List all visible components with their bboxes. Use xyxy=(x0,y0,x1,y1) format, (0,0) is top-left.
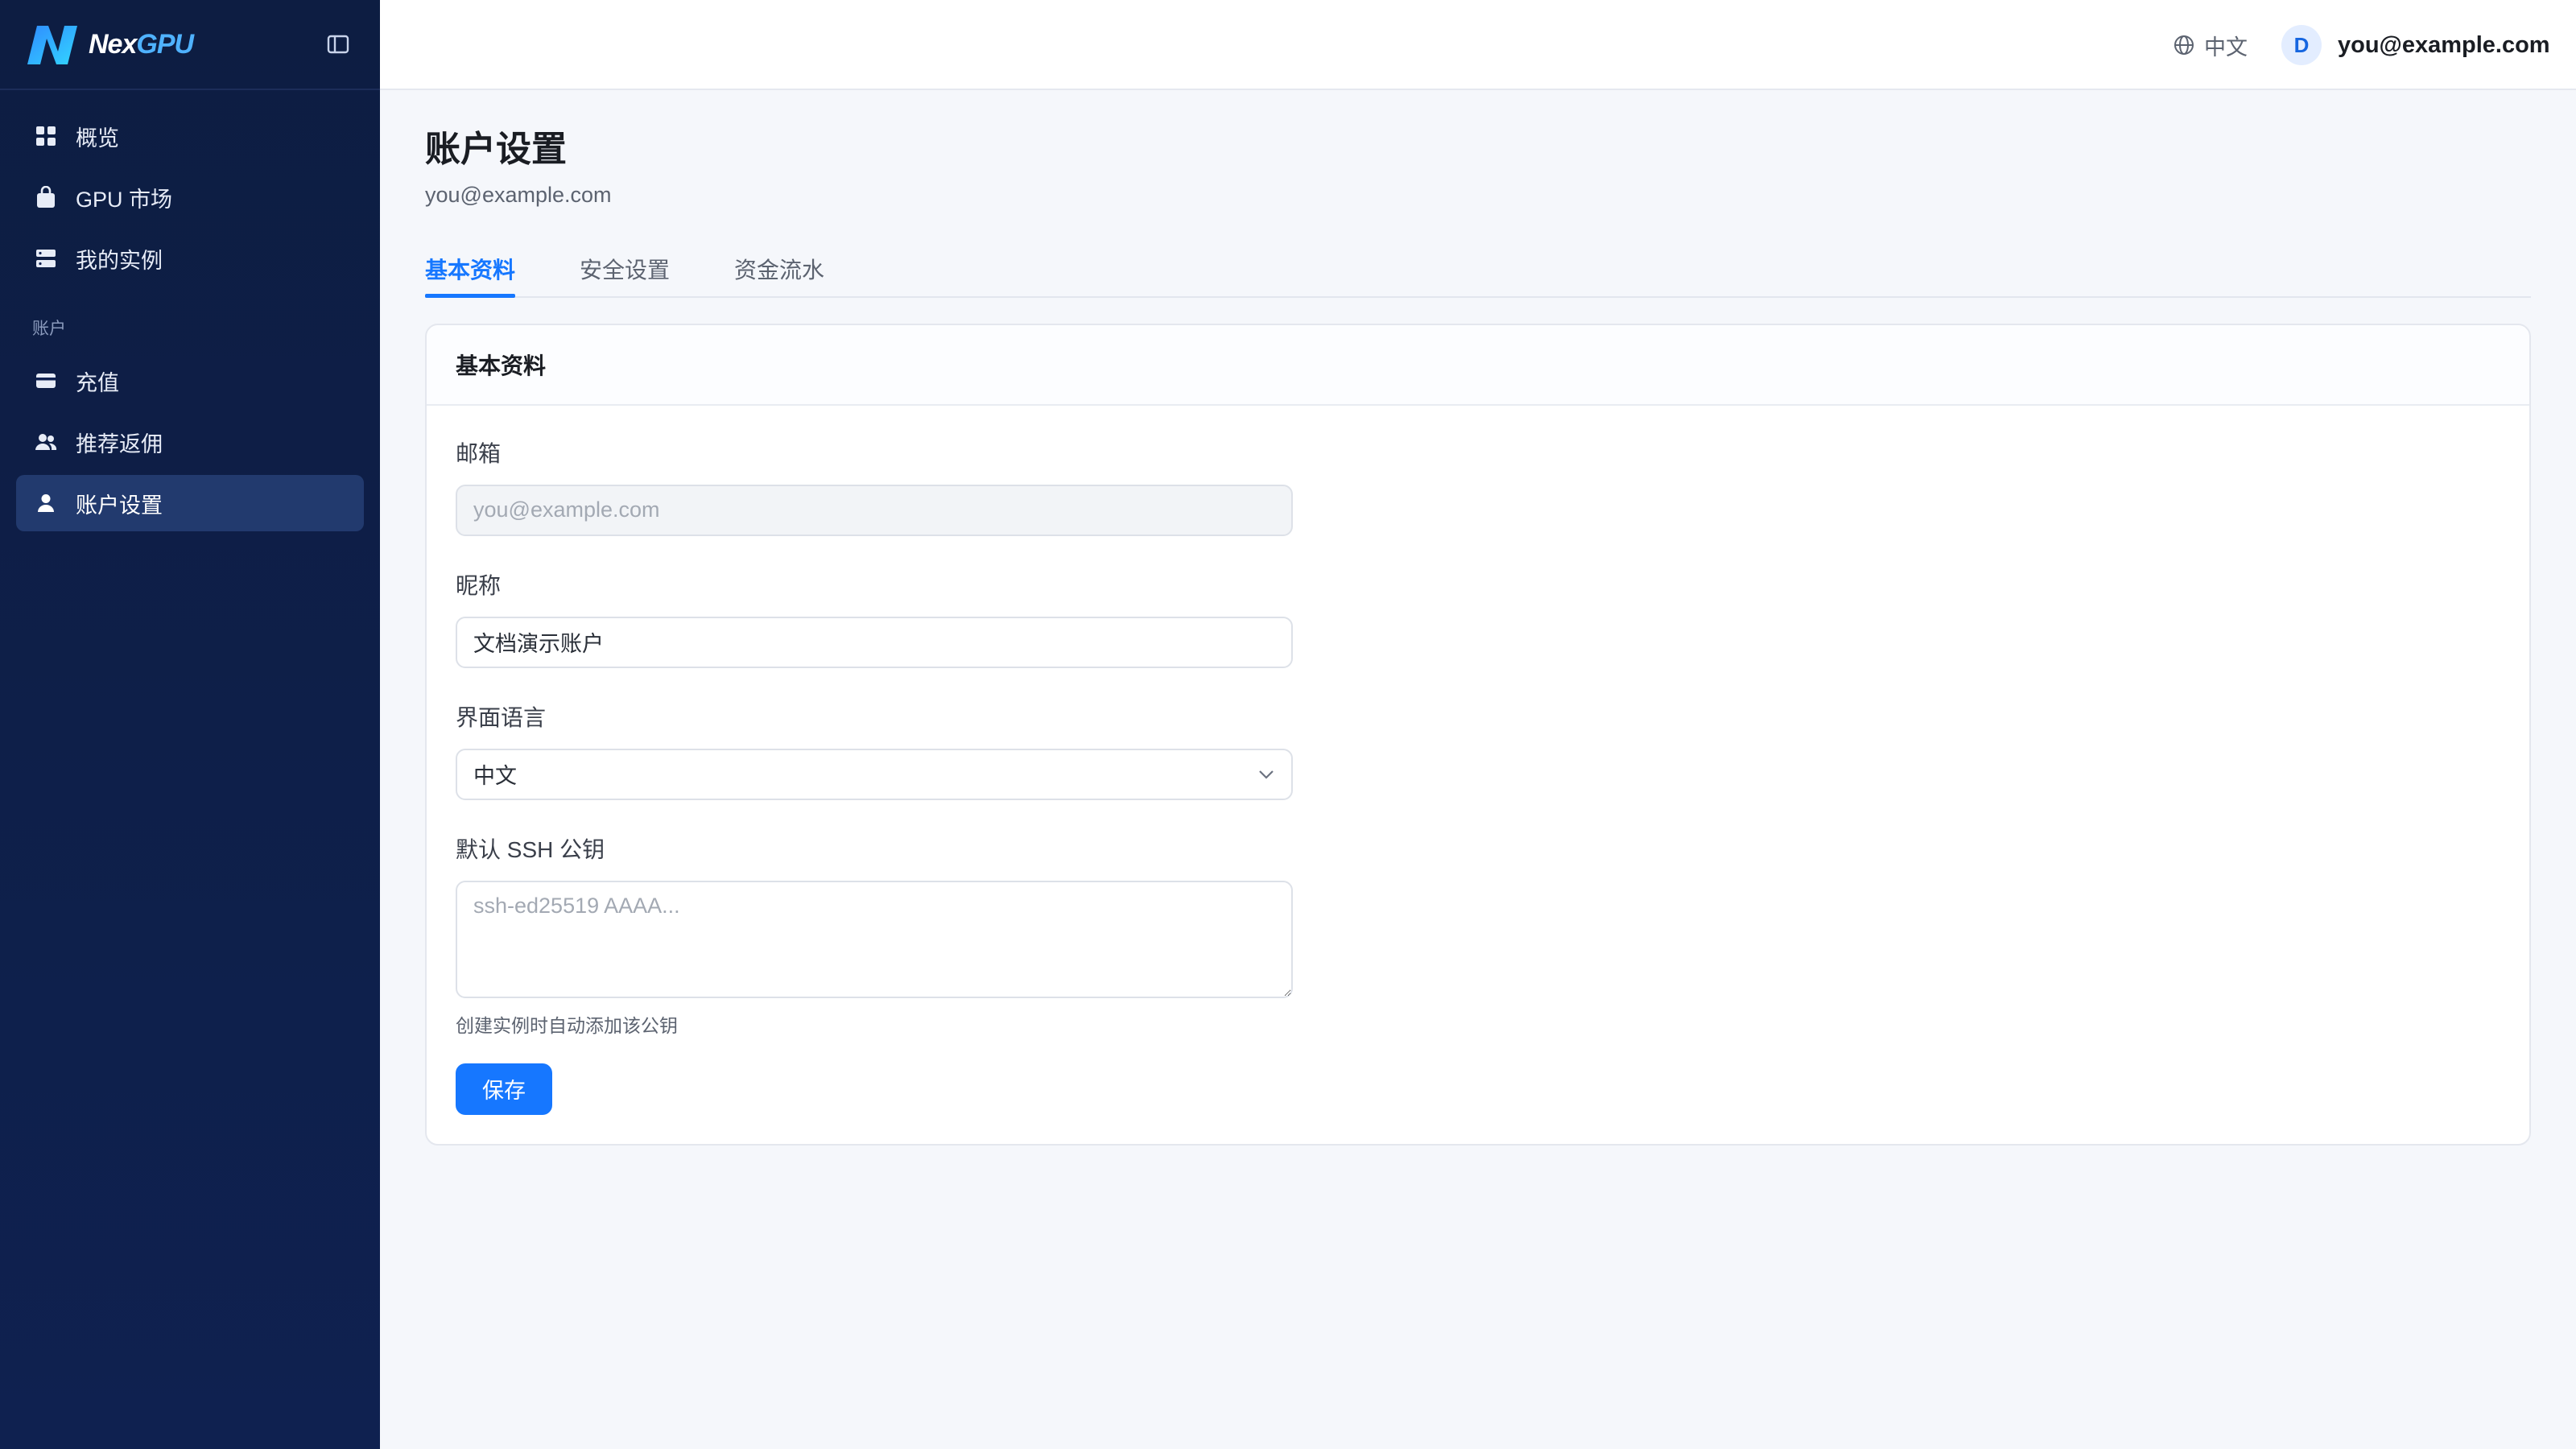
user-icon xyxy=(34,491,58,515)
sidebar-toggle-icon[interactable] xyxy=(322,28,354,60)
sidebar-item-overview[interactable]: 概览 xyxy=(16,108,364,164)
language-select-value: 中文 xyxy=(473,764,517,789)
card-title: 基本资料 xyxy=(427,324,2529,406)
logo-text: NexGPU xyxy=(89,28,194,60)
chevron-down-icon xyxy=(1259,770,1274,779)
sidebar-item-label: 我的实例 xyxy=(76,248,163,273)
sidebar-nav: 概览 GPU 市场 我的实例 账户 充值 推荐返佣 账户设置 xyxy=(0,90,380,531)
save-button[interactable]: 保存 xyxy=(456,1063,552,1115)
card-icon xyxy=(34,369,58,393)
nickname-input[interactable] xyxy=(456,616,1293,668)
language-label: 中文 xyxy=(2204,35,2248,60)
users-icon xyxy=(34,430,58,454)
tab-security[interactable]: 安全设置 xyxy=(580,243,670,296)
sidebar-item-gpu-market[interactable]: GPU 市场 xyxy=(16,169,364,225)
nickname-field-group: 昵称 xyxy=(456,568,2500,668)
top-bar: 中文 D you@example.com xyxy=(380,0,2576,90)
page-title: 账户设置 xyxy=(425,130,567,169)
sidebar-item-label: 账户设置 xyxy=(76,493,163,518)
email-field-group: 邮箱 you@example.com xyxy=(456,436,2500,536)
email-label: 邮箱 xyxy=(456,440,502,466)
language-select[interactable]: 中文 xyxy=(456,748,1293,800)
sidebar-item-label: 推荐返佣 xyxy=(76,431,163,456)
tab-basic-profile[interactable]: 基本资料 xyxy=(425,243,516,298)
user-menu[interactable]: D you@example.com xyxy=(2281,24,2550,66)
ssh-field-group: 默认 SSH 公钥 创建实例时自动添加该公钥 xyxy=(456,832,2500,1038)
sidebar-item-referral[interactable]: 推荐返佣 xyxy=(16,414,364,470)
ssh-label: 默认 SSH 公钥 xyxy=(456,836,605,862)
bag-icon xyxy=(34,185,58,209)
sidebar-item-label: GPU 市场 xyxy=(76,187,173,212)
globe-icon xyxy=(2174,35,2194,55)
tab-transactions[interactable]: 资金流水 xyxy=(734,243,824,296)
grid-icon xyxy=(34,124,58,148)
main-content: 账户设置 you@example.com 基本资料 安全设置 资金流水 基本资料… xyxy=(425,90,2531,1146)
language-switcher[interactable]: 中文 xyxy=(2174,29,2248,61)
profile-card: 基本资料 邮箱 you@example.com 昵称 界面语言 中文 xyxy=(425,323,2531,1146)
card-body: 邮箱 you@example.com 昵称 界面语言 中文 默认 SSH 公钥 xyxy=(427,406,2529,1144)
nickname-label: 昵称 xyxy=(456,572,502,598)
sidebar-item-recharge[interactable]: 充值 xyxy=(16,353,364,409)
sidebar-item-instances[interactable]: 我的实例 xyxy=(16,230,364,287)
settings-tabs: 基本资料 安全设置 资金流水 xyxy=(425,243,2531,298)
ssh-hint: 创建实例时自动添加该公钥 xyxy=(456,1014,678,1036)
email-field: you@example.com xyxy=(456,484,1293,536)
server-icon xyxy=(34,246,58,270)
sidebar-item-account-settings[interactable]: 账户设置 xyxy=(16,475,364,531)
page-subtitle: you@example.com xyxy=(425,182,612,207)
sidebar-item-label: 充值 xyxy=(76,370,119,395)
language-field-label: 界面语言 xyxy=(456,704,547,730)
sidebar: NexGPU 概览 GPU 市场 我的实例 账户 充值 推荐返佣 账户设置 xyxy=(0,0,380,1449)
logo-mark-icon xyxy=(27,26,77,64)
language-field-group: 界面语言 中文 xyxy=(456,700,2500,800)
avatar: D xyxy=(2281,25,2322,65)
sidebar-item-label: 概览 xyxy=(76,126,119,151)
sidebar-section-account: 账户 xyxy=(32,320,66,338)
user-email: you@example.com xyxy=(2338,31,2550,58)
ssh-key-textarea[interactable] xyxy=(456,880,1293,998)
logo[interactable]: NexGPU xyxy=(24,21,194,68)
brand-bar: NexGPU xyxy=(0,0,380,90)
